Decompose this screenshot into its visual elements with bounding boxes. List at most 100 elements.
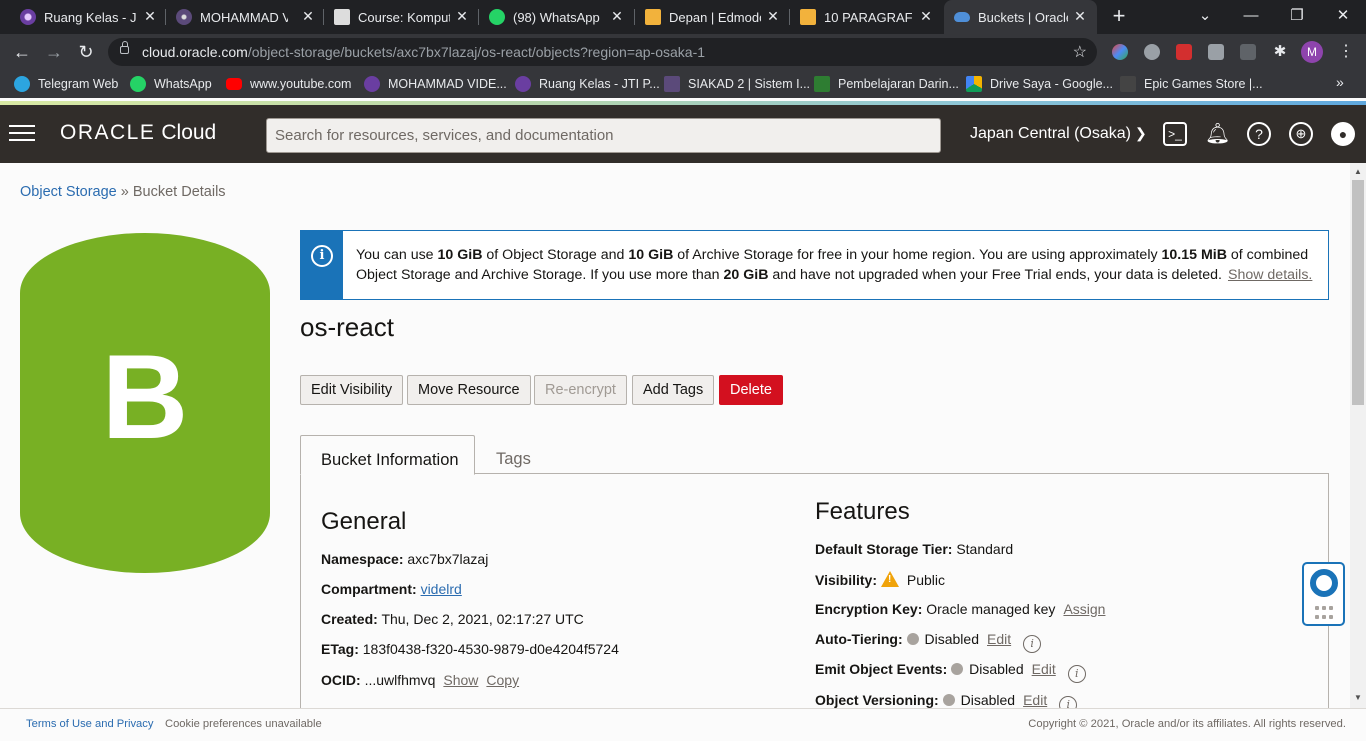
assign-key-link[interactable]: Assign — [1063, 601, 1105, 617]
info-circle-icon[interactable]: i — [1023, 635, 1042, 653]
versioning-edit-link[interactable]: Edit — [1023, 692, 1047, 708]
emit-events-edit-link[interactable]: Edit — [1032, 661, 1056, 677]
course-favicon-icon — [334, 9, 350, 25]
globe-extension-icon[interactable] — [1144, 44, 1160, 60]
forward-arrow-icon[interactable]: → — [42, 40, 66, 64]
chrome-menu-icon[interactable]: ⋮ — [1336, 41, 1356, 63]
profile-avatar[interactable]: M — [1301, 41, 1323, 63]
re-encrypt-button[interactable]: Re-encrypt — [534, 375, 627, 405]
bookmark-star-icon[interactable]: ☆ — [1073, 42, 1087, 62]
back-arrow-icon[interactable]: ← — [10, 40, 34, 64]
region-selector[interactable]: Japan Central (Osaka) ❯ — [970, 125, 1147, 143]
add-tags-button[interactable]: Add Tags — [632, 375, 715, 405]
edit-visibility-button[interactable]: Edit Visibility — [300, 375, 404, 405]
help-widget[interactable] — [1302, 562, 1345, 626]
browser-tab[interactable]: (98) WhatsApp ✕ — [479, 0, 635, 34]
tab-bucket-information[interactable]: Bucket Information — [300, 435, 475, 475]
whatsapp-favicon-icon — [489, 9, 505, 25]
address-bar[interactable]: cloud.oracle.com/object-storage/buckets/… — [108, 38, 1097, 66]
reload-icon[interactable]: ↻ — [74, 40, 98, 64]
lock-icon[interactable] — [120, 41, 129, 54]
browser-tab[interactable]: 10 PARAGRAF 2 | ✕ — [790, 0, 944, 34]
notifications-bell-icon[interactable]: 🔔︎ — [1205, 122, 1230, 146]
scrollbar-thumb[interactable] — [1352, 180, 1364, 405]
extension-icon[interactable] — [1112, 44, 1128, 60]
free-tier-info-banner: i You can use 10 GiB of Object Storage a… — [300, 230, 1329, 300]
show-details-link[interactable]: Show details. — [1228, 267, 1312, 283]
bookmark-item[interactable]: www.youtube.com — [226, 70, 351, 98]
move-resource-button[interactable]: Move Resource — [407, 375, 531, 405]
ocid-copy-link[interactable]: Copy — [486, 672, 519, 688]
bookmark-item[interactable]: Telegram Web — [14, 70, 118, 98]
scroll-up-arrow-icon[interactable]: ▲ — [1354, 167, 1362, 176]
minimize-icon[interactable]: — — [1236, 4, 1266, 28]
drag-grip-icon[interactable] — [1315, 606, 1335, 620]
bookmark-item[interactable]: Epic Games Store |... — [1120, 70, 1263, 98]
close-window-icon[interactable]: ✕ — [1328, 4, 1358, 28]
bookmark-item[interactable]: Ruang Kelas - JTI P... — [515, 70, 660, 98]
cloud-shell-icon[interactable]: >_ — [1163, 122, 1187, 146]
delete-button[interactable]: Delete — [719, 375, 783, 405]
ocid-show-link[interactable]: Show — [443, 672, 478, 688]
console-header: ORACLECloud Japan Central (Osaka)❯ >_ 🔔︎… — [0, 105, 1366, 163]
lifebuoy-icon[interactable] — [1310, 569, 1338, 597]
new-tab-button[interactable]: + — [1108, 5, 1130, 28]
url-text[interactable]: cloud.oracle.com/object-storage/buckets/… — [142, 44, 705, 60]
close-tab-icon[interactable]: ✕ — [1072, 8, 1088, 24]
close-tab-icon[interactable]: ✕ — [918, 8, 934, 24]
user-profile-icon[interactable]: ● — [1331, 122, 1355, 146]
terms-privacy-link[interactable]: Terms of Use and Privacy — [26, 718, 153, 730]
daring-icon — [814, 76, 830, 92]
close-tab-icon[interactable]: ✕ — [609, 8, 625, 24]
visibility-row: Visibility: Public — [815, 571, 945, 588]
breadcrumb-object-storage-link[interactable]: Object Storage — [20, 184, 117, 200]
breadcrumb-separator: » — [120, 184, 129, 200]
bucket-badge-icon: B — [20, 233, 270, 573]
epic-games-icon — [1120, 76, 1136, 92]
close-tab-icon[interactable]: ✕ — [300, 8, 316, 24]
bookmark-item[interactable]: WhatsApp — [130, 70, 212, 98]
google-drive-icon — [966, 76, 982, 92]
browser-tab[interactable]: Ruang Kelas - JTI ✕ — [10, 0, 166, 34]
info-circle-icon[interactable]: i — [1067, 665, 1086, 683]
bookmark-item[interactable]: SIAKAD 2 | Sistem I... — [664, 70, 810, 98]
bucket-badge-letter: B — [101, 330, 189, 464]
help-icon[interactable]: ? — [1247, 122, 1271, 146]
browser-tab[interactable]: MOHAMMAD VI ✕ — [166, 0, 324, 34]
emit-events-row: Emit Object Events: Disabled Edit i — [815, 661, 1086, 683]
info-circle-icon[interactable]: i — [1059, 696, 1078, 708]
youtube-icon — [226, 78, 242, 90]
bookmark-item[interactable]: Drive Saya - Google... — [966, 70, 1113, 98]
bookmark-item[interactable]: MOHAMMAD VIDE... — [364, 70, 507, 98]
close-tab-icon[interactable]: ✕ — [454, 8, 470, 24]
close-tab-icon[interactable]: ✕ — [765, 8, 781, 24]
language-globe-icon[interactable]: ⊕ — [1289, 122, 1313, 146]
compartment-link[interactable]: videlrd — [421, 581, 462, 597]
chevron-down-icon: ❯ — [1134, 125, 1147, 141]
video-extension-icon[interactable] — [1176, 44, 1192, 60]
more-bookmarks-icon[interactable]: » — [1336, 74, 1344, 90]
restore-icon[interactable]: ❐ — [1282, 4, 1312, 28]
browser-tab[interactable]: Course: Komputa ✕ — [324, 0, 479, 34]
extensions-puzzle-icon[interactable]: ✱ — [1272, 44, 1288, 60]
auto-tiering-edit-link[interactable]: Edit — [987, 631, 1011, 647]
hamburger-menu-icon[interactable] — [9, 125, 35, 143]
banner-text: You can use 10 GiB of Object Storage and… — [356, 247, 1313, 283]
grid-extension-icon[interactable] — [1240, 44, 1256, 60]
tab-search-icon[interactable]: ⌄ — [1190, 4, 1220, 28]
scroll-down-arrow-icon[interactable]: ▼ — [1354, 693, 1362, 702]
oracle-cloud-logo[interactable]: ORACLE Cloud — [60, 121, 216, 145]
browser-tab-active[interactable]: Buckets | Oracle C ✕ — [944, 0, 1097, 34]
status-dot-icon — [942, 694, 955, 706]
close-tab-icon[interactable]: ✕ — [142, 8, 158, 24]
tab-tags[interactable]: Tags — [476, 435, 556, 474]
game-extension-icon[interactable] — [1208, 44, 1224, 60]
created-row: Created: Thu, Dec 2, 2021, 02:17:27 UTC — [321, 611, 584, 627]
ocid-row: OCID: ...uwlfhmvq Show Copy — [321, 672, 520, 688]
compartment-row: Compartment: videlrd — [321, 581, 462, 597]
page-scrollbar[interactable]: ▲ ▼ — [1350, 163, 1366, 708]
info-icon: i — [311, 245, 333, 267]
browser-tab[interactable]: Depan | Edmodo ✕ — [635, 0, 790, 34]
global-search-input[interactable] — [266, 118, 941, 153]
bookmark-item[interactable]: Pembelajaran Darin... — [814, 70, 959, 98]
